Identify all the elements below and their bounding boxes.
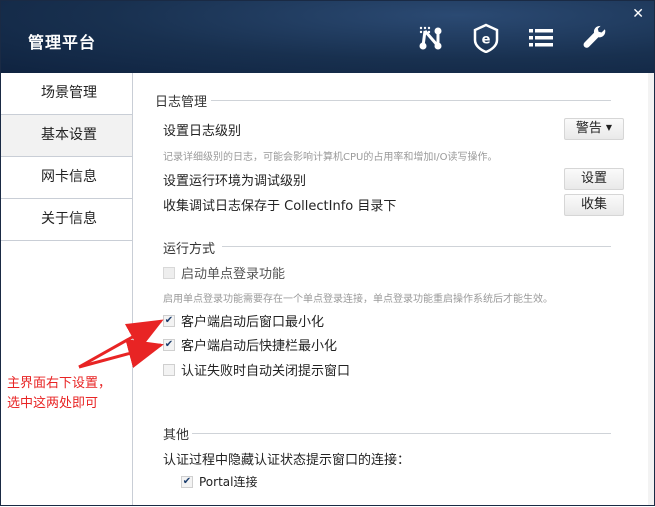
log-level-hint: 记录详细级别的日志，可能会影响计算机CPU的占用率和增加I/O读写操作。: [163, 152, 498, 163]
scrollbar[interactable]: [648, 73, 654, 505]
sidebar-item-basic-settings[interactable]: 基本设置: [1, 115, 132, 157]
other-section-heading: 其他: [163, 428, 190, 443]
divider: [222, 246, 611, 247]
log-section-heading: 日志管理: [155, 95, 208, 110]
auto-close-option[interactable]: 认证失败时自动关闭提示窗口: [163, 360, 350, 379]
sidebar-item-label: 基本设置: [41, 127, 97, 143]
app-title: 管理平台: [28, 33, 97, 52]
svg-text:e: e: [482, 33, 491, 48]
chevron-down-icon: ▼: [605, 123, 613, 132]
check-icon: ✔: [182, 476, 192, 487]
divider: [192, 433, 611, 434]
min-window-option[interactable]: ✔ 客户端启动后窗口最小化: [163, 311, 324, 330]
sidebar: 场景管理 基本设置 网卡信息 关于信息: [1, 73, 133, 505]
sidebar-item-scenes[interactable]: 场景管理: [1, 73, 132, 115]
collect-logs-label: 收集调试日志保存于 CollectInfo 目录下: [163, 199, 397, 214]
sidebar-item-label: 网卡信息: [41, 169, 97, 185]
collect-button[interactable]: 收集: [564, 194, 624, 216]
annotation-line-1: 主界面右下设置，: [7, 376, 112, 391]
sidebar-item-label: 关于信息: [41, 211, 97, 227]
portal-label: Portal连接: [199, 475, 258, 489]
sso-checkbox[interactable]: [163, 266, 175, 279]
title-bar: 管理平台 e ✕: [1, 1, 654, 73]
run-section-heading: 运行方式: [163, 242, 216, 257]
debug-level-label: 设置运行环境为调试级别: [163, 174, 307, 189]
sidebar-item-label: 场景管理: [41, 85, 97, 101]
sidebar-item-nic-info[interactable]: 网卡信息: [1, 157, 132, 199]
log-level-value: 警告: [575, 121, 602, 136]
annotation-note: 主界面右下设置， 选中这两处即可: [7, 374, 111, 414]
divider: [211, 100, 611, 101]
auto-close-label: 认证失败时自动关闭提示窗口: [181, 364, 351, 379]
log-level-dropdown[interactable]: 警告 ▼: [564, 118, 624, 140]
min-window-checkbox[interactable]: ✔: [163, 314, 175, 327]
debug-set-button[interactable]: 设置: [564, 168, 624, 190]
wrench-icon[interactable]: [581, 23, 611, 53]
e-badge-icon[interactable]: e: [471, 23, 501, 54]
check-icon: ✔: [164, 315, 174, 326]
sidebar-item-about[interactable]: 关于信息: [1, 199, 132, 241]
sso-option[interactable]: 启动单点登录功能: [163, 263, 285, 282]
sso-label: 启动单点登录功能: [181, 267, 286, 282]
hide-status-label: 认证过程中隐藏认证状态提示窗口的连接：: [163, 453, 411, 468]
log-level-label: 设置日志级别: [163, 124, 242, 139]
sso-hint: 启用单点登录功能需要存在一个单点登录连接，单点登录功能重启操作系统后才能生效。: [163, 294, 553, 305]
settings-panel: 日志管理 设置日志级别 警告 ▼ 记录详细级别的日志，可能会影响计算机CPU的占用…: [133, 73, 654, 505]
min-taskbar-checkbox[interactable]: ✔: [163, 338, 175, 351]
min-taskbar-option[interactable]: ✔ 客户端启动后快捷栏最小化: [163, 335, 337, 354]
network-icon[interactable]: [416, 23, 446, 53]
portal-option[interactable]: ✔ Portal连接: [181, 473, 257, 490]
list-icon[interactable]: [526, 23, 556, 53]
close-button[interactable]: ✕: [632, 6, 644, 22]
auto-close-checkbox[interactable]: [163, 363, 175, 376]
portal-checkbox[interactable]: ✔: [181, 475, 193, 488]
min-taskbar-label: 客户端启动后快捷栏最小化: [181, 339, 338, 354]
min-window-label: 客户端启动后窗口最小化: [181, 315, 325, 330]
check-icon: ✔: [164, 339, 174, 350]
annotation-line-2: 选中这两处即可: [7, 396, 99, 411]
settings-window: 管理平台 e ✕ 场景管理 基本设置 网卡信息 关于信息 日志管理 设置日志级别…: [0, 0, 655, 506]
